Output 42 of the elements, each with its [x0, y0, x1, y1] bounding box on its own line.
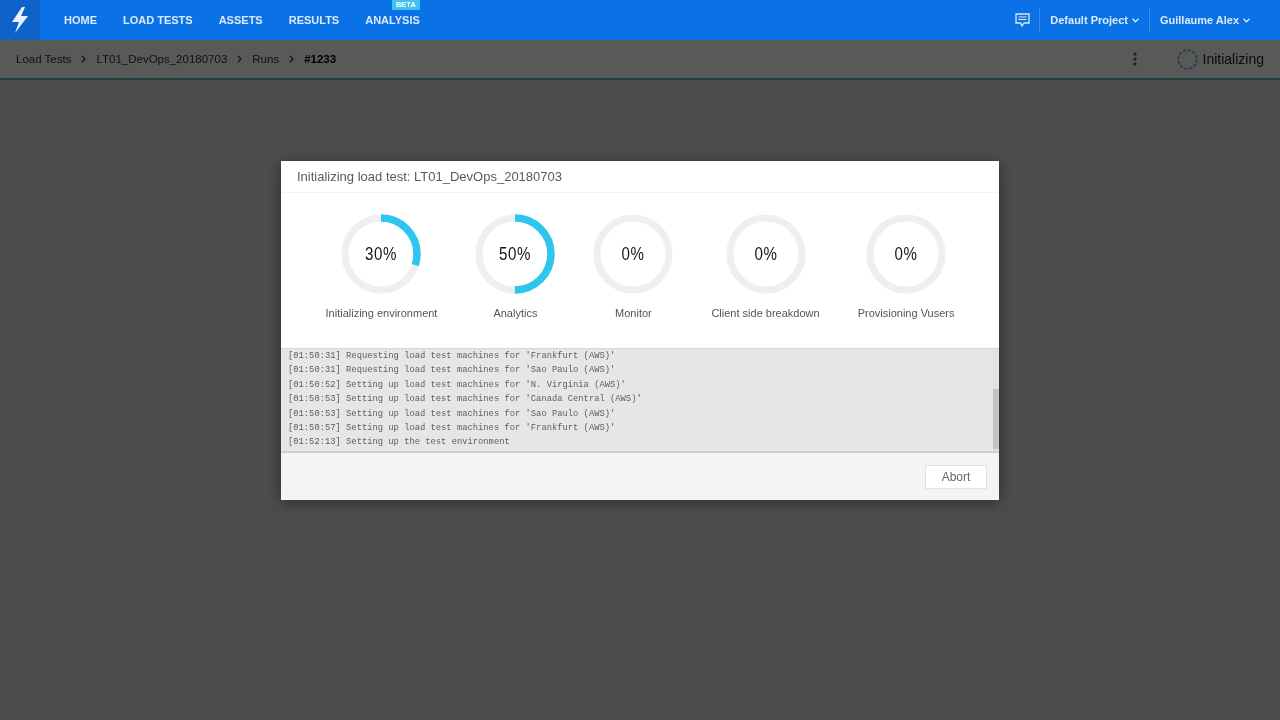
step-label: Initializing environment: [325, 307, 438, 319]
chevron-icon: [237, 55, 243, 63]
percent-text: 50%: [499, 243, 532, 265]
caret-icon: [1243, 17, 1250, 23]
nav-link[interactable]: ASSETS: [218, 13, 263, 27]
project-dropdown[interactable]: Default Project: [1040, 14, 1149, 26]
log-line: [01:50:31] Requesting load test machines for 'Sao Paulo (AWS)': [288, 364, 617, 378]
abort-button[interactable]: Abort: [925, 464, 987, 489]
status-text: Initializing: [1202, 51, 1264, 67]
scrollbar-track[interactable]: [993, 349, 999, 451]
dialog-title: Initializing load test: LT01_DevOps_20180703: [281, 161, 999, 193]
log-line: [01:50:53] Setting up load test machines for 'Canada Central (AWS)': [288, 393, 643, 407]
nav-link[interactable]: HOME: [64, 13, 97, 27]
chevron-icon: [289, 55, 295, 63]
chat-icon[interactable]: [1015, 13, 1031, 27]
user-dropdown[interactable]: Guillaume Alex: [1149, 14, 1260, 26]
log-line: [01:50:31] Requesting load test machines for 'Frankfurt (AWS)': [288, 350, 617, 363]
caret-icon: [1131, 17, 1139, 23]
spinner-icon: [1176, 48, 1198, 70]
breadcrumb-link[interactable]: LT01_DevOps_20180703: [96, 53, 228, 65]
breadcrumb-link[interactable]: Load Tests: [16, 53, 72, 65]
log-line: [01:52:13] Setting up the test environment: [288, 436, 511, 450]
breadcrumb-current: #1233: [304, 53, 337, 65]
step-label: Analytics: [493, 307, 538, 319]
log-line: [01:50:53] Setting up load test machines for 'Sao Paulo (AWS)': [288, 407, 617, 421]
scrollbar-thumb[interactable]: [993, 389, 999, 449]
percent-text: 30%: [365, 243, 398, 265]
nav-link[interactable]: RESULTS: [288, 13, 340, 27]
percent-text: 0%: [894, 243, 918, 265]
percent-text: 0%: [754, 243, 777, 265]
more-icon[interactable]: [1132, 52, 1137, 66]
chevron-icon: [81, 55, 87, 63]
percent-text: 0%: [622, 243, 645, 265]
nav-link[interactable]: LOAD TESTS: [123, 13, 193, 27]
step-label: Monitor: [615, 307, 652, 319]
lightning-logo-icon[interactable]: [0, 0, 40, 40]
step-label: Client side breakdown: [711, 307, 820, 319]
log-line: [01:50:57] Setting up load test machines for 'Frankfurt (AWS)': [288, 422, 617, 436]
step-label: Provisioning Vusers: [857, 307, 955, 319]
breadcrumb-link[interactable]: Runs: [252, 53, 280, 65]
log-line: [01:50:52] Setting up load test machines for 'N. Virginia (AWS)': [288, 378, 627, 392]
nav-link[interactable]: ANALYSIS: [365, 13, 420, 27]
